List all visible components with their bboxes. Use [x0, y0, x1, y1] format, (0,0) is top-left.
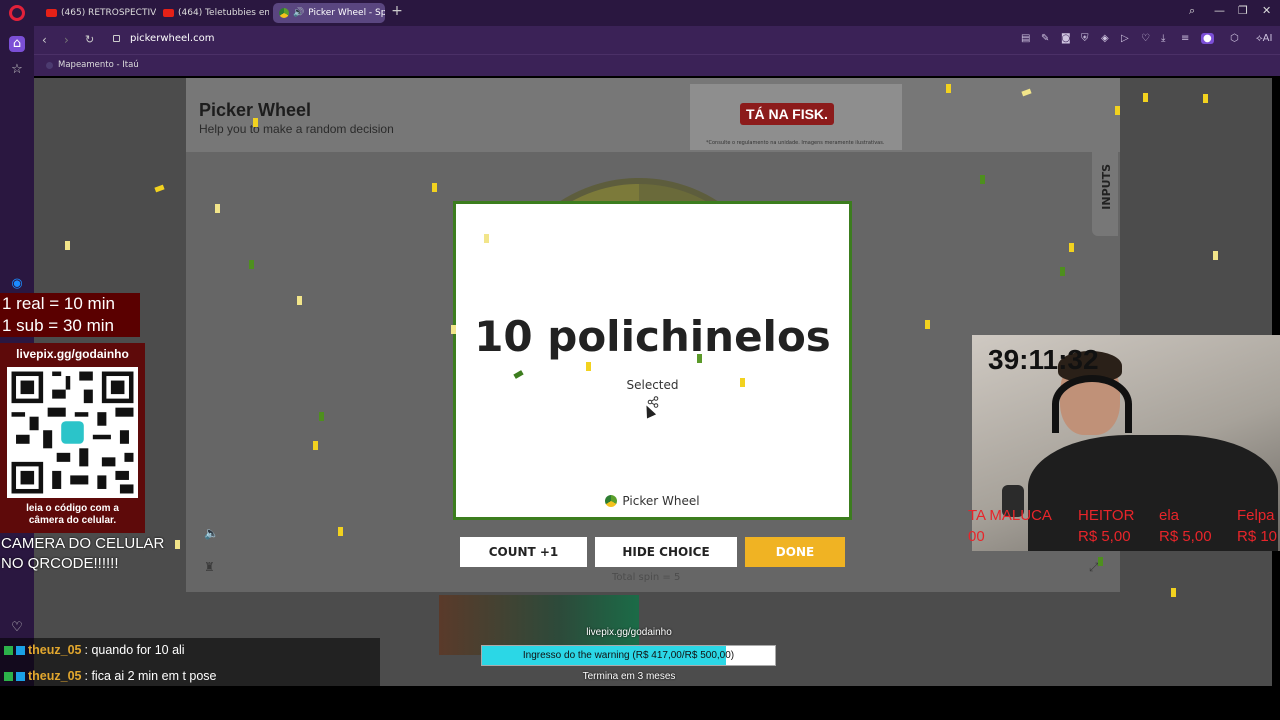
address-bar: ‹ › ↻ pickerwheel.com ▤ ✎ ◙ ⛨ ◈ ▷ ♡ ⤓ ≡ … — [34, 26, 1280, 54]
extensions-icon[interactable]: ⬡ — [1230, 33, 1239, 44]
trophy-icon[interactable]: ♜ — [204, 560, 215, 574]
reload-icon[interactable]: ↻ — [85, 33, 94, 46]
donation-goal-bar: Ingresso do the warning (R$ 417,00/R$ 50… — [481, 645, 776, 666]
headset-icon — [1052, 375, 1132, 433]
livepix-url: livepix.gg/godainho — [16, 347, 129, 361]
messenger-icon[interactable]: ◉ — [9, 276, 25, 292]
youtube-icon — [46, 9, 57, 17]
result-modal: 10 polichinelos Selected Picker Wheel — [453, 201, 852, 520]
donor-amount: R$ 5,00 — [1078, 528, 1131, 545]
kick-badge-icon — [4, 671, 13, 681]
donor-ticker: TA MALUCA HEITOR ela Felpa 00 R$ 5,00 R$… — [968, 507, 1280, 547]
subscriber-badge-icon — [16, 645, 25, 655]
shield-icon[interactable]: ⛨ — [1081, 33, 1089, 44]
play-icon[interactable]: ▷ — [1121, 33, 1129, 44]
minimize-icon[interactable]: — — [1214, 4, 1225, 17]
qr-code — [7, 367, 138, 498]
tab-teletubbies[interactable]: (464) Teletubbies em Port — [157, 3, 269, 23]
tab-view-icon[interactable]: ▤ — [1021, 33, 1030, 44]
chat-message: theuz_05 : fica ai 2 min em t pose — [4, 665, 217, 687]
done-button[interactable]: DONE — [745, 537, 845, 567]
kick-badge-icon — [4, 645, 13, 655]
vpn-icon[interactable]: ◈ — [1101, 33, 1109, 44]
picker-wheel-logo-icon — [605, 495, 618, 507]
tab-picker-wheel[interactable]: 🔊 Picker Wheel - Spin th — [273, 3, 385, 23]
heart-icon[interactable]: ♡ — [1141, 33, 1150, 44]
lock-icon — [113, 35, 120, 42]
total-spin-counter: Total spin = 5 — [612, 572, 681, 583]
forward-icon[interactable]: › — [64, 33, 69, 47]
donor-name: Felpa — [1237, 507, 1275, 524]
donor-name: TA MALUCA — [968, 507, 1052, 524]
opera-logo-icon[interactable] — [9, 5, 25, 21]
goal-deadline: Termina em 3 meses — [582, 671, 676, 682]
chat-overlay: theuz_05 : quando for 10 ali theuz_05 : … — [0, 638, 380, 690]
new-tab-icon[interactable]: + — [390, 4, 404, 18]
url-field[interactable]: pickerwheel.com — [130, 33, 214, 44]
home-icon[interactable]: ⌂ — [9, 36, 25, 52]
close-icon[interactable]: ✕ — [1262, 4, 1271, 17]
livepix-qr-panel: livepix.gg/godainho leia o código com a … — [0, 343, 145, 533]
search-tabs-icon[interactable]: ⌕ — [1189, 4, 1195, 18]
star-icon[interactable]: ☆ — [9, 62, 25, 78]
ad-disclaimer: *Consulte o regulamento na unidade. Imag… — [706, 140, 885, 146]
advertisement[interactable]: TÁ NA FISK. *Consulte o regulamento na u… — [690, 84, 902, 150]
menu-icon[interactable]: ≡ — [1181, 33, 1189, 44]
donation-rates: 1 real = 10 min 1 sub = 30 min — [0, 293, 140, 337]
download-icon[interactable]: ⤓ — [1161, 33, 1165, 44]
donor-name: ela — [1159, 507, 1180, 524]
picker-wheel-favicon-icon — [279, 8, 289, 18]
back-icon[interactable]: ‹ — [42, 33, 47, 47]
restore-icon[interactable]: ❐ — [1238, 4, 1248, 17]
selected-label: Selected — [626, 378, 679, 392]
count-button[interactable]: COUNT +1 — [460, 537, 587, 567]
camera-instruction: CAMERA DO CELULAR NO QRCODE!!!!!! — [1, 535, 165, 572]
bookmark-favicon-icon — [46, 61, 53, 69]
ad-logo: TÁ NA FISK. — [740, 103, 834, 125]
donor-amount: 00 — [968, 528, 985, 545]
youtube-icon — [163, 9, 174, 17]
screen: (465) RETROSPECTIVA 202 (464) Teletubbie… — [0, 0, 1280, 720]
inputs-tab-label: INPUTS — [1100, 164, 1113, 210]
modal-brand: Picker Wheel — [456, 494, 849, 508]
goal-livepix-url: livepix.gg/godainho — [586, 627, 672, 638]
profile-icon[interactable]: ● — [1201, 33, 1214, 44]
bookmark-mapeamento[interactable]: Mapeamento - Itaú — [46, 60, 139, 70]
donor-amount: R$ 10 — [1237, 528, 1278, 545]
subscriber-badge-icon — [16, 671, 25, 681]
hide-choice-button[interactable]: HIDE CHOICE — [595, 537, 737, 567]
sound-icon[interactable]: 🔈 — [204, 526, 219, 540]
subathon-timer: 39:11:32 — [988, 344, 1099, 375]
edit-icon[interactable]: ✎ — [1041, 33, 1049, 44]
camera-icon[interactable]: ◙ — [1061, 33, 1071, 44]
chat-message: theuz_05 : quando for 10 ali — [4, 639, 185, 661]
donor-amount: R$ 5,00 — [1159, 528, 1212, 545]
page-subtitle: Help you to make a random decision — [199, 122, 394, 136]
speaker-icon: 🔊 — [293, 8, 305, 18]
tab-retrospectiva[interactable]: (465) RETROSPECTIVA 202 — [40, 3, 156, 23]
site-header — [186, 78, 1120, 152]
donor-name: HEITOR — [1078, 507, 1135, 524]
donation-goal-text: Ingresso do the warning (R$ 417,00/R$ 50… — [522, 650, 735, 661]
selected-choice: 10 polichinelos — [474, 312, 831, 361]
bookmarks-bar: Mapeamento - Itaú — [34, 54, 1280, 76]
heart-icon[interactable]: ♡ — [9, 620, 25, 636]
qr-caption: leia o código com a câmera do celular. — [26, 503, 119, 526]
tab-bar: (465) RETROSPECTIVA 202 (464) Teletubbie… — [0, 0, 1280, 26]
aria-ai-icon[interactable]: ⟡AI — [1256, 33, 1272, 44]
